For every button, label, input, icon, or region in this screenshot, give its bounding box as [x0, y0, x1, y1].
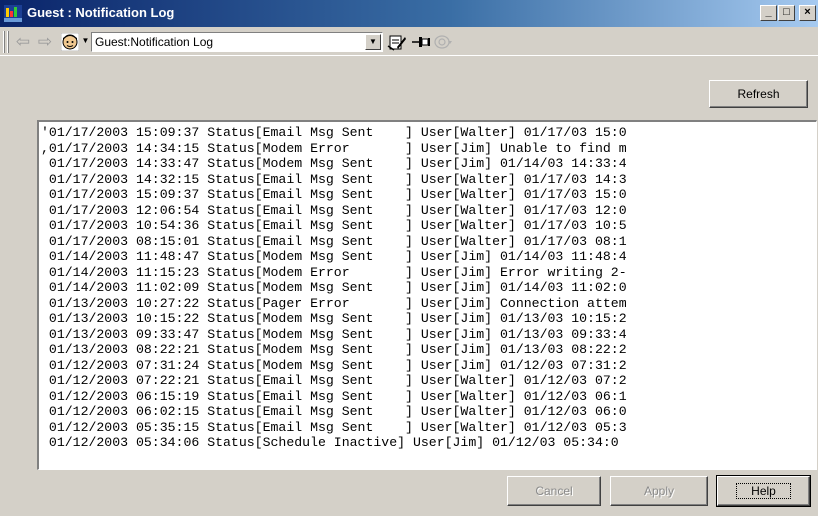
view-eye-icon[interactable]: [434, 33, 454, 51]
apply-button[interactable]: Apply: [610, 476, 708, 506]
user-dropdown-arrow-icon[interactable]: ▼: [81, 36, 90, 46]
notification-log-list[interactable]: '01/17/2003 15:09:37 Status[Email Msg Se…: [37, 120, 817, 470]
log-entry[interactable]: 01/17/2003 14:33:47 Status[Modem Msg Sen…: [41, 156, 816, 172]
help-button-label: Help: [736, 483, 791, 499]
log-entry[interactable]: 01/13/2003 08:22:21 Status[Modem Msg Sen…: [41, 342, 816, 358]
back-arrow-icon[interactable]: ⇦: [13, 33, 33, 51]
log-entry[interactable]: 01/14/2003 11:48:47 Status[Modem Msg Sen…: [41, 249, 816, 265]
log-entry[interactable]: 01/13/2003 10:15:22 Status[Modem Msg Sen…: [41, 311, 816, 327]
notification-log-window: Guest : Notification Log _ □ × ⇦ ⇨ ▼ Gue…: [0, 0, 818, 516]
log-entry[interactable]: 01/14/2003 11:15:23 Status[Modem Error ]…: [41, 265, 816, 281]
forward-arrow-icon[interactable]: ⇨: [35, 33, 55, 51]
log-entry[interactable]: 01/12/2003 05:35:15 Status[Email Msg Sen…: [41, 420, 816, 436]
help-button[interactable]: Help: [716, 475, 811, 507]
address-combo[interactable]: Guest:Notification Log ▼: [91, 32, 383, 52]
log-entry[interactable]: 01/13/2003 10:27:22 Status[Pager Error ]…: [41, 296, 816, 312]
close-button[interactable]: ×: [799, 5, 816, 21]
toolbar-grip[interactable]: [7, 31, 9, 53]
maximize-button[interactable]: □: [778, 5, 795, 21]
log-entry[interactable]: 01/12/2003 05:34:06 Status[Schedule Inac…: [41, 435, 816, 451]
log-entry[interactable]: 01/12/2003 07:22:21 Status[Email Msg Sen…: [41, 373, 816, 389]
cancel-button[interactable]: Cancel: [507, 476, 601, 506]
edit-document-icon[interactable]: [387, 33, 407, 51]
log-entry[interactable]: 01/12/2003 06:15:19 Status[Email Msg Sen…: [41, 389, 816, 405]
log-entry[interactable]: 01/12/2003 07:31:24 Status[Modem Msg Sen…: [41, 358, 816, 374]
log-entry[interactable]: 01/17/2003 12:06:54 Status[Email Msg Sen…: [41, 203, 816, 219]
title-bar[interactable]: Guest : Notification Log _ □ ×: [0, 0, 818, 27]
refresh-button[interactable]: Refresh: [709, 80, 808, 108]
log-entry[interactable]: 01/17/2003 10:54:36 Status[Email Msg Sen…: [41, 218, 816, 234]
user-face-icon[interactable]: [61, 33, 79, 51]
log-entry[interactable]: ,01/17/2003 14:34:15 Status[Modem Error …: [41, 141, 816, 157]
log-lines: '01/17/2003 15:09:37 Status[Email Msg Se…: [41, 125, 816, 451]
address-value: Guest:Notification Log: [95, 35, 214, 49]
log-entry[interactable]: 01/17/2003 15:09:37 Status[Email Msg Sen…: [41, 187, 816, 203]
log-entry[interactable]: 01/17/2003 08:15:01 Status[Email Msg Sen…: [41, 234, 816, 250]
log-entry[interactable]: 01/14/2003 11:02:09 Status[Modem Msg Sen…: [41, 280, 816, 296]
toolbar: ⇦ ⇨ ▼ Guest:Notification Log ▼: [0, 28, 818, 56]
toolbar-grip[interactable]: [3, 31, 5, 53]
address-dropdown-button[interactable]: ▼: [365, 34, 381, 50]
window-title: Guest : Notification Log: [27, 5, 175, 20]
pin-icon[interactable]: [411, 33, 431, 51]
log-entry[interactable]: 01/12/2003 06:02:15 Status[Email Msg Sen…: [41, 404, 816, 420]
log-entry[interactable]: '01/17/2003 15:09:37 Status[Email Msg Se…: [41, 125, 816, 141]
log-entry[interactable]: 01/17/2003 14:32:15 Status[Email Msg Sen…: [41, 172, 816, 188]
app-icon: [4, 5, 22, 22]
minimize-button[interactable]: _: [760, 5, 777, 21]
log-entry[interactable]: 01/13/2003 09:33:47 Status[Modem Msg Sen…: [41, 327, 816, 343]
